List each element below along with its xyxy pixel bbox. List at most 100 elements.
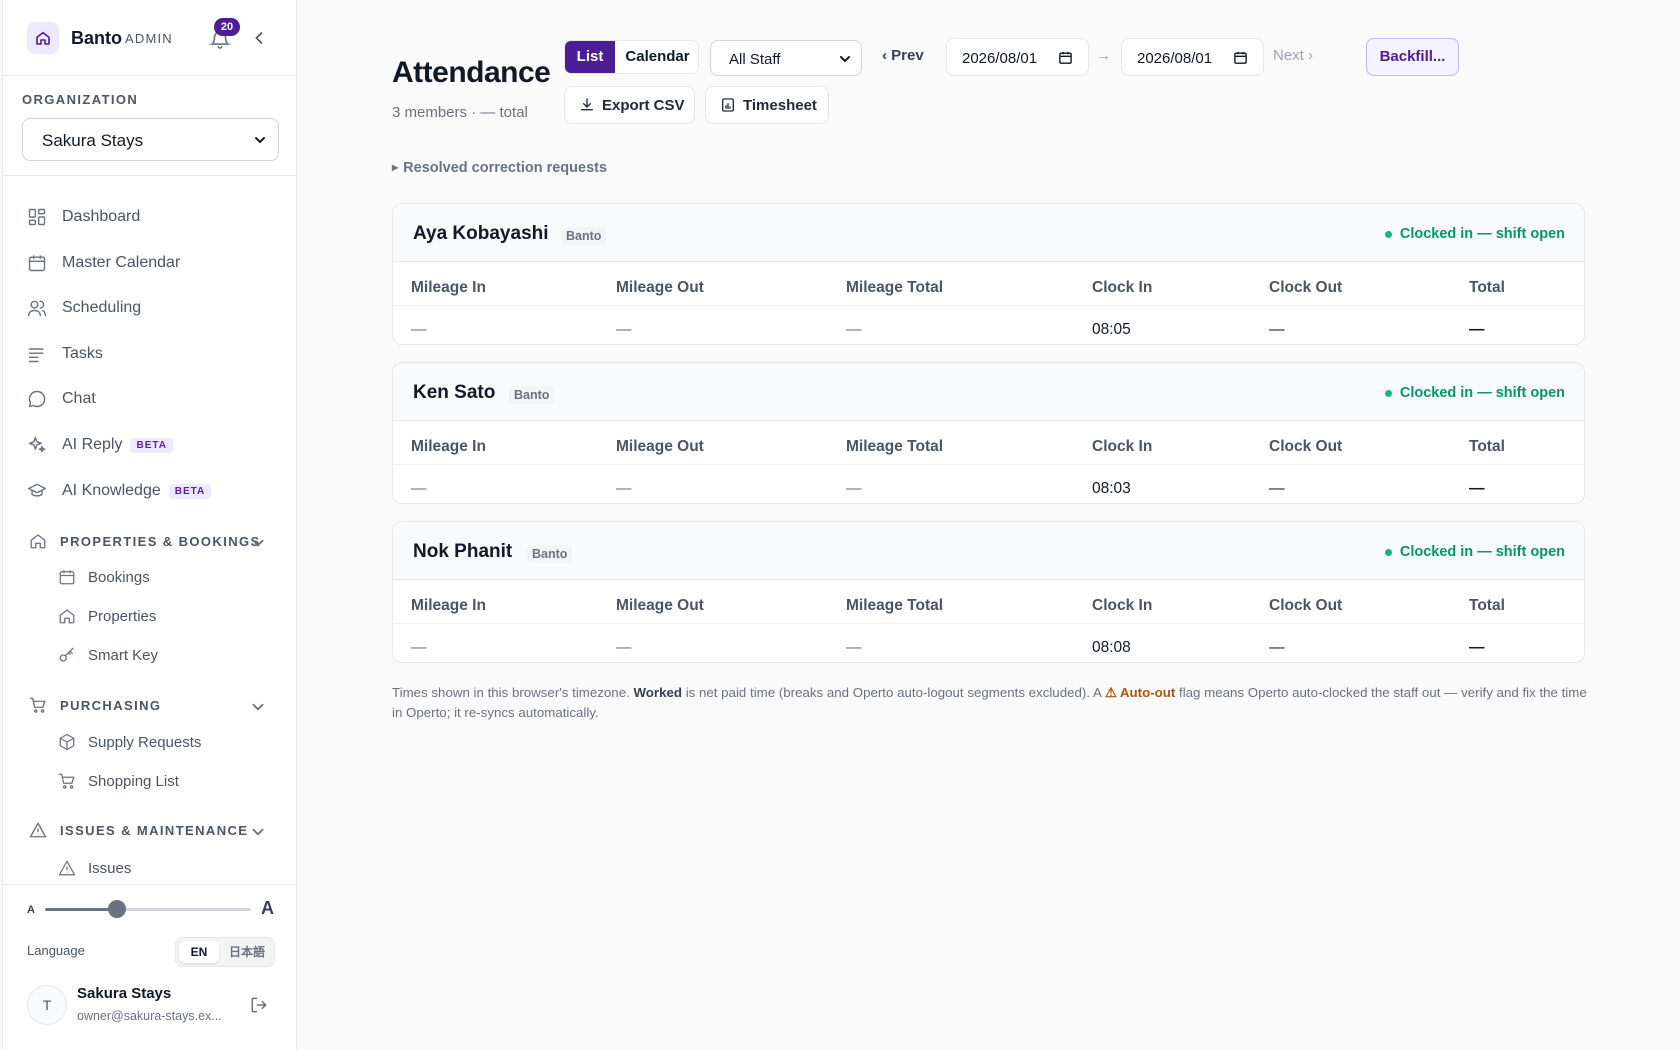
sidebar-item-tasks[interactable]: Tasks xyxy=(27,337,103,371)
section-label: ISSUES & MAINTENANCE xyxy=(60,822,249,838)
cell-mileage-total: — xyxy=(846,639,862,656)
row-divider xyxy=(393,464,1584,465)
user-name: Sakura Stays xyxy=(77,985,172,1002)
sidebar-item-bookings[interactable]: Bookings xyxy=(58,562,150,592)
sidebar-item-ai-knowledge[interactable]: AI Knowledge BETA xyxy=(27,474,212,508)
member-status-label: Clocked in — shift open xyxy=(1399,385,1565,401)
sidebar-item-ai-reply[interactable]: AI Reply BETA xyxy=(27,428,173,462)
sidebar-item-label: AI Knowledge xyxy=(62,482,161,499)
prev-button[interactable]: ‹ Prev xyxy=(882,47,924,64)
resolved-corrections-label: Resolved correction requests xyxy=(403,160,608,176)
chevron-down-icon xyxy=(840,56,850,63)
next-button[interactable]: Next › xyxy=(1273,47,1313,64)
export-csv-button[interactable]: Export CSV xyxy=(564,86,695,124)
column-header-clock-in: Clock In xyxy=(1092,597,1153,614)
font-size-slider[interactable] xyxy=(45,900,251,918)
warning-icon xyxy=(29,822,47,838)
cart-icon xyxy=(58,773,75,789)
status-dot-icon xyxy=(1384,548,1392,556)
resolved-corrections-toggle[interactable]: ▶ Resolved correction requests xyxy=(392,160,607,176)
logout-icon[interactable] xyxy=(249,995,269,1015)
sidebar-item-master-calendar[interactable]: Master Calendar xyxy=(27,246,180,280)
cell-clock-out[interactable]: — xyxy=(1269,321,1285,339)
timesheet-button[interactable]: Timesheet xyxy=(705,86,829,124)
cell-clock-in[interactable]: 08:05 xyxy=(1092,321,1131,339)
sparkle-icon xyxy=(28,436,46,453)
date-from-input[interactable]: 2026/08/01 xyxy=(946,38,1089,76)
member-status: Clocked in — shift open xyxy=(1384,385,1565,401)
sidebar-nav: Dashboard Master Calendar Scheduling Tas… xyxy=(3,192,296,882)
staff-filter-value: All Staff xyxy=(729,51,781,68)
cell-mileage-total: — xyxy=(846,480,862,497)
organization-select[interactable]: Sakura Stays xyxy=(22,118,279,161)
chevron-down-icon xyxy=(252,703,264,711)
chevron-down-icon xyxy=(255,137,265,144)
brand-logo-icon[interactable] xyxy=(27,22,59,54)
section-purchasing[interactable]: PURCHASING xyxy=(29,693,273,717)
warning-icon xyxy=(58,860,76,876)
sidebar-item-properties[interactable]: Properties xyxy=(58,601,156,631)
cell-clock-in[interactable]: 08:08 xyxy=(1092,639,1131,657)
sidebar-item-label: Master Calendar xyxy=(62,254,181,271)
footnote-text-2: is net paid time (breaks and Operto auto… xyxy=(682,685,1105,700)
staff-filter-select[interactable]: All Staff xyxy=(710,40,862,76)
home-icon xyxy=(59,609,75,624)
sidebar-item-smart-key[interactable]: Smart Key xyxy=(58,640,158,670)
view-calendar-button[interactable]: Calendar xyxy=(615,41,698,73)
user-email: owner@sakura-stays.ex... xyxy=(77,1009,222,1023)
sidebar-item-dashboard[interactable]: Dashboard xyxy=(27,200,140,234)
calendar-icon xyxy=(1234,51,1247,64)
column-header-mileage-in: Mileage In xyxy=(411,279,486,296)
backfill-button[interactable]: Backfill... xyxy=(1366,38,1459,76)
sidebar-item-scheduling[interactable]: Scheduling xyxy=(27,291,141,325)
cell-clock-out[interactable]: — xyxy=(1269,480,1285,498)
column-header-mileage-in: Mileage In xyxy=(411,438,486,455)
date-to-value: 2026/08/01 xyxy=(1137,50,1213,67)
cell-clock-in[interactable]: 08:03 xyxy=(1092,480,1131,498)
date-range-arrow: → xyxy=(1096,47,1111,64)
member-card: Nok Phanit Banto Clocked in — shift open… xyxy=(392,521,1585,663)
footnote-worked-term: Worked xyxy=(633,685,683,700)
language-ja-option[interactable]: 日本語 xyxy=(224,941,270,963)
sidebar-item-shopping-list[interactable]: Shopping List xyxy=(58,766,179,796)
date-to-input[interactable]: 2026/08/01 xyxy=(1121,38,1264,76)
cell-clock-out[interactable]: — xyxy=(1269,639,1285,657)
collapse-sidebar-chevron-left-icon[interactable] xyxy=(249,28,269,48)
view-list-button[interactable]: List xyxy=(565,41,615,73)
member-name: Ken Sato xyxy=(413,382,496,403)
language-en-option[interactable]: EN xyxy=(179,941,219,963)
footnote-auto-out-flag: ⚠ Auto-out xyxy=(1104,685,1176,700)
row-divider xyxy=(393,623,1584,624)
avatar[interactable]: T xyxy=(27,985,67,1025)
column-header-total: Total xyxy=(1469,597,1505,614)
notification-count-badge: 20 xyxy=(214,18,240,36)
cell-mileage-total: — xyxy=(846,321,862,338)
page-subtitle: 3 members · — total xyxy=(392,104,528,121)
column-header-mileage-out: Mileage Out xyxy=(616,438,704,455)
organization-label: ORGANIZATION xyxy=(22,92,139,107)
member-card-header: Ken Sato Banto Clocked in — shift open xyxy=(393,363,1584,421)
sidebar-item-label: Dashboard xyxy=(62,208,141,225)
section-issues-maintenance[interactable]: ISSUES & MAINTENANCE xyxy=(29,818,273,842)
cell-total: — xyxy=(1469,639,1485,656)
font-size-slider-thumb[interactable] xyxy=(108,900,127,918)
page-title: Attendance xyxy=(392,56,551,89)
font-size-large-label: A xyxy=(261,898,274,918)
member-status: Clocked in — shift open xyxy=(1384,544,1565,560)
member-status-label: Clocked in — shift open xyxy=(1399,226,1565,242)
organization-panel: ORGANIZATION Sakura Stays xyxy=(3,76,296,176)
member-card: Aya Kobayashi Banto Clocked in — shift o… xyxy=(392,203,1585,345)
member-card: Ken Sato Banto Clocked in — shift open M… xyxy=(392,362,1585,504)
sidebar-item-supply-requests[interactable]: Supply Requests xyxy=(58,727,201,757)
section-properties-bookings[interactable]: PROPERTIES & BOOKINGS xyxy=(29,529,273,553)
sidebar-item-issues[interactable]: Issues xyxy=(58,853,131,882)
cell-mileage-out: — xyxy=(616,639,632,656)
sidebar-item-chat[interactable]: Chat xyxy=(27,382,96,416)
font-size-small-label: A xyxy=(27,904,35,916)
column-header-clock-out: Clock Out xyxy=(1269,438,1343,455)
chat-icon xyxy=(28,390,46,408)
member-status: Clocked in — shift open xyxy=(1384,226,1565,242)
sidebar-item-label: Chat xyxy=(62,390,96,407)
sidebar-item-label: Supply Requests xyxy=(88,733,202,751)
chevron-down-icon xyxy=(252,828,264,836)
